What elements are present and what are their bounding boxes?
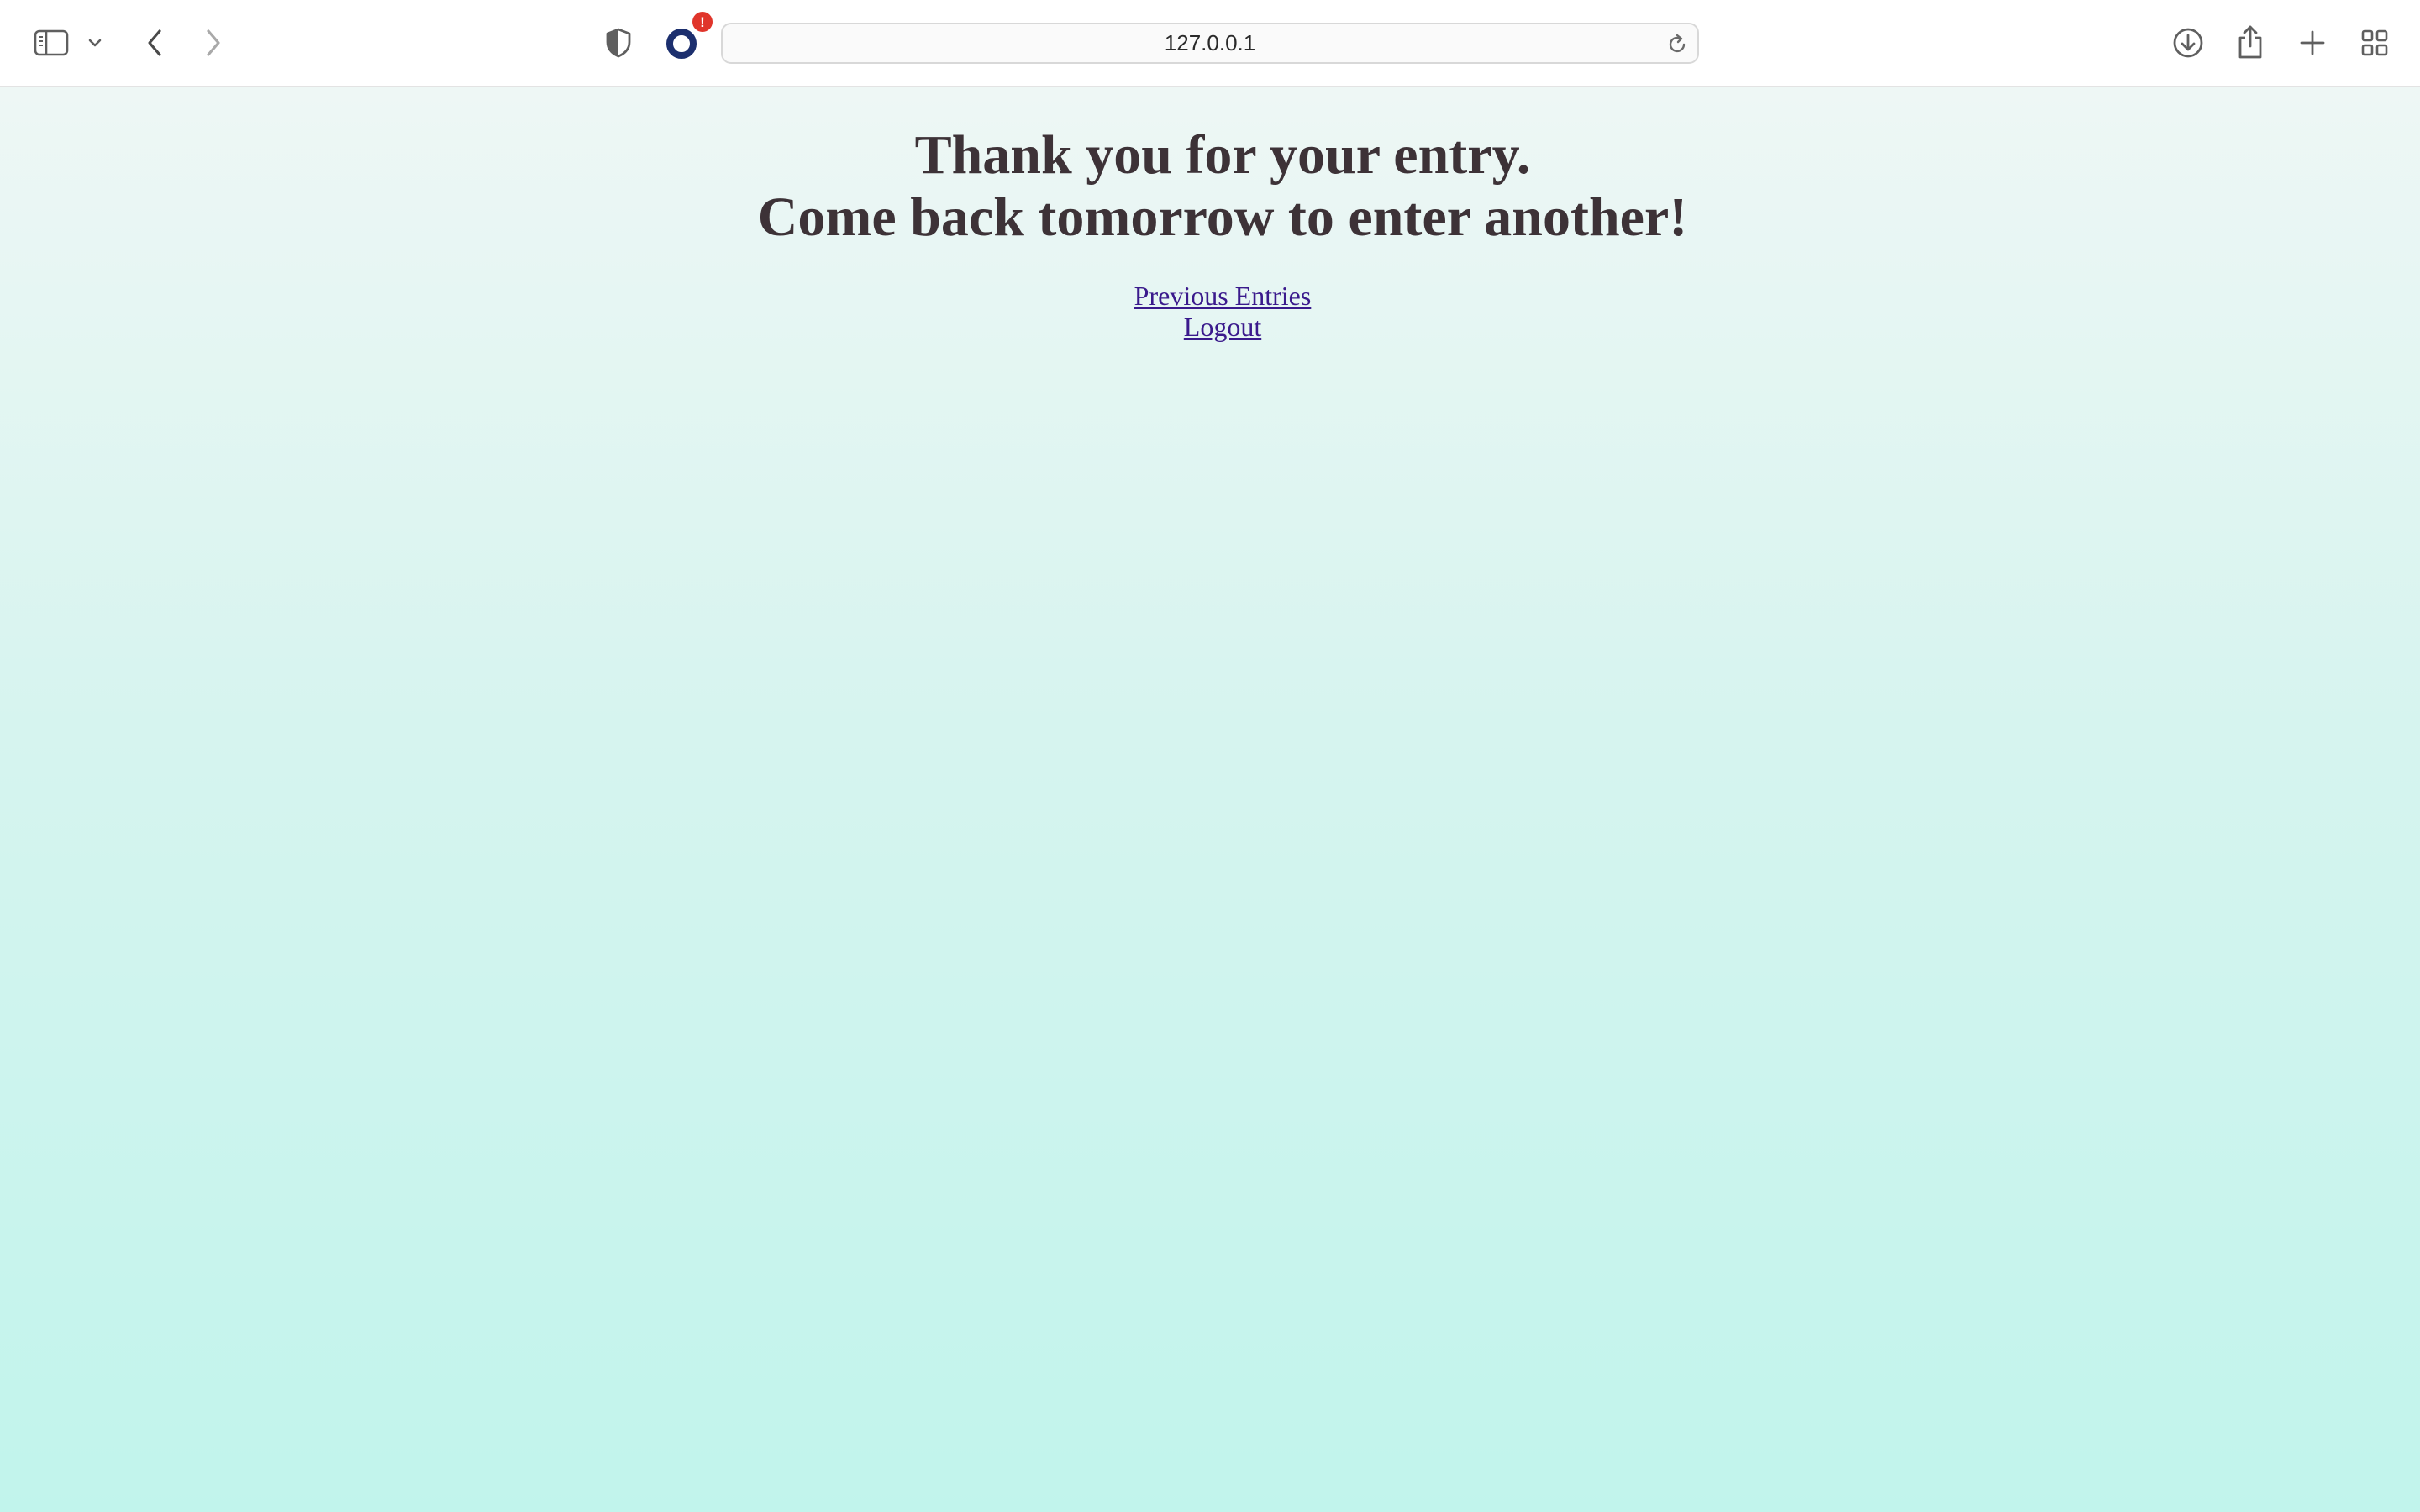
chevron-left-icon[interactable] <box>138 25 171 60</box>
reload-icon[interactable] <box>1665 33 1689 60</box>
page-content: Thank you for your entry. Come back tomo… <box>0 87 2420 1512</box>
chevron-down-icon[interactable] <box>84 32 106 54</box>
previous-entries-link[interactable]: Previous Entries <box>1134 281 1312 312</box>
grid-icon[interactable] <box>2358 25 2391 60</box>
chevron-right-icon[interactable] <box>197 25 230 60</box>
page-heading: Thank you for your entry. Come back tomo… <box>0 124 2420 249</box>
address-bar[interactable]: 127.0.0.1 <box>721 23 1699 64</box>
sidebar-icon[interactable] <box>30 25 72 60</box>
heading-line-1: Thank you for your entry. <box>914 124 1531 186</box>
browser-toolbar: ! 127.0.0.1 <box>0 0 2420 87</box>
address-text[interactable]: 127.0.0.1 <box>723 24 1697 62</box>
shield-icon[interactable] <box>602 25 635 60</box>
logout-link[interactable]: Logout <box>1184 312 1261 343</box>
share-icon[interactable] <box>2233 22 2267 62</box>
extension-badge: ! <box>692 12 713 32</box>
plus-icon[interactable] <box>2296 25 2329 60</box>
heading-line-2: Come back tomorrow to enter another! <box>757 186 1688 248</box>
nav-links: Previous Entries Logout <box>0 281 2420 343</box>
ring-icon[interactable] <box>662 25 701 62</box>
download-icon[interactable] <box>2170 24 2207 62</box>
